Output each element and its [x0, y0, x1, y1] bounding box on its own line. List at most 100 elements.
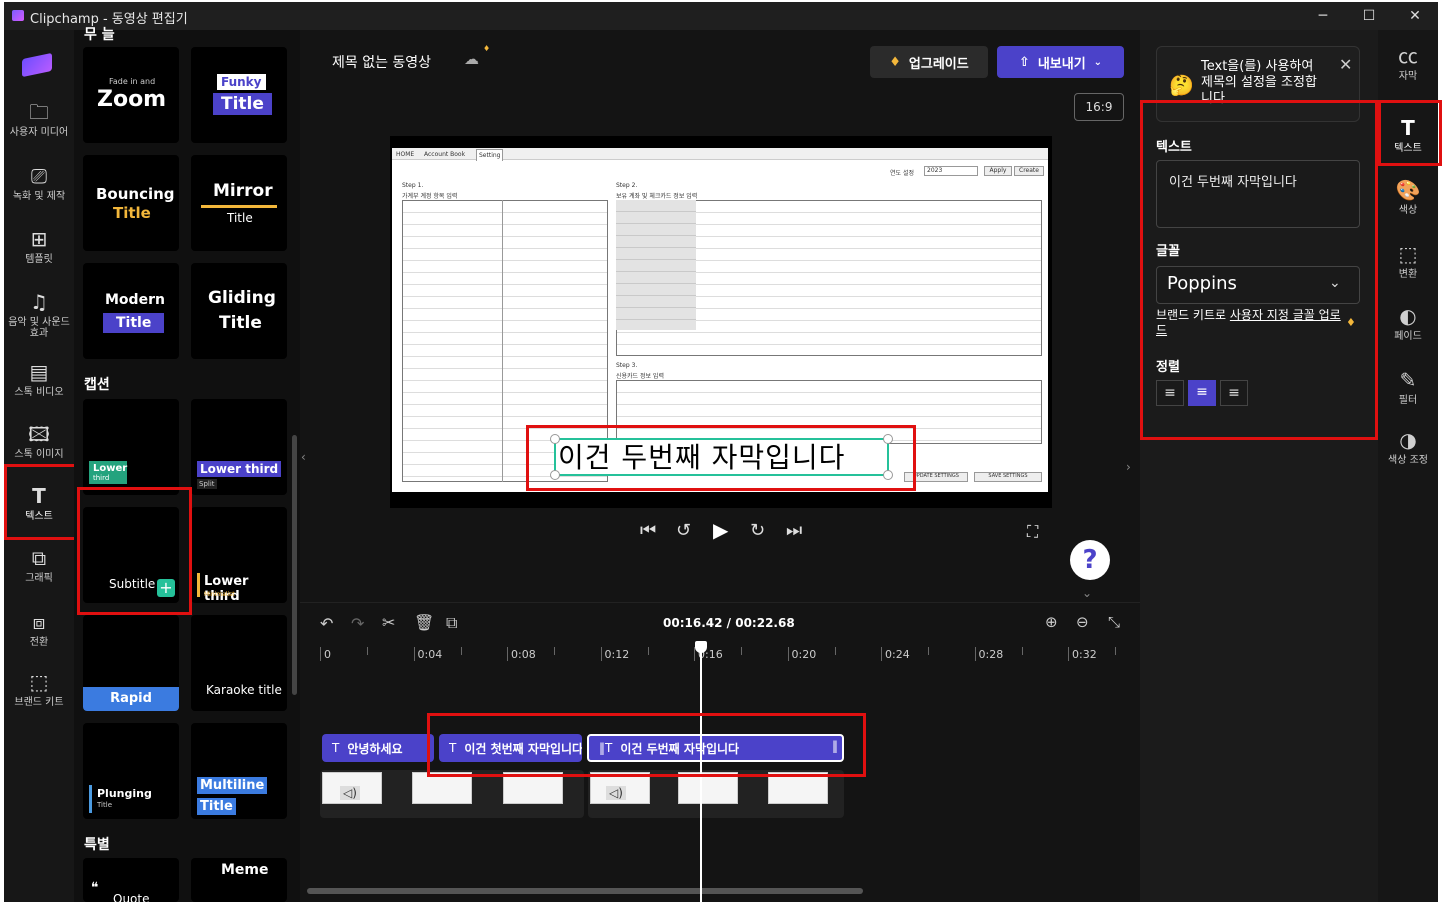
- leftnav-item-text[interactable]: T 텍스트: [4, 484, 74, 522]
- tile-quote[interactable]: ❝ Quote: [83, 858, 179, 902]
- caption-text-box[interactable]: 이건 두번째 자막입니다: [550, 434, 893, 480]
- rewind-5-icon[interactable]: ↺: [676, 520, 691, 541]
- ruler-label: 0: [324, 648, 331, 661]
- tile-multiline-title[interactable]: Multiline Title: [191, 723, 287, 819]
- fit-timeline-icon[interactable]: ⤡: [1108, 613, 1120, 631]
- tile-lower-third[interactable]: Lower third: [83, 399, 179, 495]
- leftnav-item-transition[interactable]: ⧈ 전환: [4, 610, 74, 648]
- upgrade-button[interactable]: ♦ 업그레이드: [870, 46, 988, 78]
- tile-plunging-title[interactable]: Plunging Title: [83, 723, 179, 819]
- zoom-in-icon[interactable]: ⊕: [1045, 613, 1058, 631]
- rightnav-item-filter[interactable]: ✎ 필터: [1378, 368, 1438, 407]
- text-icon: T: [1401, 116, 1415, 140]
- resize-handle[interactable]: [550, 470, 560, 480]
- skip-start-icon[interactable]: ⏮: [640, 520, 656, 541]
- trim-handle-left-icon[interactable]: ‖T: [599, 741, 612, 755]
- tip-text: Text을(를) 사용하여 제목의 설정을 조정합니다.: [1201, 59, 1317, 106]
- rightnav-item-color-adjust[interactable]: ◑ 색상 조정: [1378, 428, 1438, 467]
- split-icon[interactable]: ✂: [382, 613, 395, 632]
- aspect-ratio-button[interactable]: 16:9: [1074, 93, 1124, 121]
- tile-karaoke-title[interactable]: Karaoke title: [191, 615, 287, 711]
- collapse-right-icon[interactable]: ›: [1126, 460, 1131, 474]
- ruler-minor-tick: [554, 647, 555, 655]
- premium-diamond-icon: ♦: [483, 44, 491, 53]
- align-left-button[interactable]: ≡: [1156, 380, 1184, 406]
- close-tip-icon[interactable]: ✕: [1339, 55, 1352, 74]
- skip-end-icon[interactable]: ⏭: [786, 520, 802, 541]
- doc-save-btn: SAVE SETTINGS: [974, 472, 1042, 482]
- add-to-timeline-icon[interactable]: +: [157, 579, 175, 597]
- rightnav-item-text[interactable]: T 텍스트: [1378, 116, 1438, 155]
- tile-modern-title[interactable]: Modern Title: [83, 263, 179, 359]
- tile-rapid[interactable]: Rapid: [83, 615, 179, 711]
- upload-icon: ⇧: [1018, 54, 1030, 70]
- collapse-timeline-icon[interactable]: ⌄: [1082, 586, 1092, 600]
- rightnav-item-palette[interactable]: 🎨 색상: [1378, 178, 1438, 217]
- delete-icon[interactable]: 🗑: [414, 613, 434, 632]
- resize-handle[interactable]: [883, 470, 893, 480]
- timeline-scrollbar[interactable]: [307, 888, 863, 894]
- text-clip-2[interactable]: T 이건 첫번째 자막입니다: [439, 734, 582, 762]
- close-button[interactable]: ✕: [1392, 2, 1438, 30]
- leftnav-item-video-record[interactable]: ⎚ 녹화 및 제작: [4, 164, 74, 202]
- leftnav-item-stock-image[interactable]: 🖾 스톡 이미지: [4, 422, 74, 460]
- tile-label-1: Quote: [113, 892, 150, 902]
- zoom-out-icon[interactable]: ⊖: [1076, 613, 1089, 631]
- align-header: 정렬: [1156, 360, 1180, 375]
- tile-lower-third-split[interactable]: Lower third Split: [191, 399, 287, 495]
- tile-mirror-title[interactable]: Mirror Title: [191, 155, 287, 251]
- doc-step2: Step 2.: [616, 182, 638, 189]
- redo-icon[interactable]: ↷: [351, 614, 364, 633]
- tile-gliding-title[interactable]: Gliding Title: [191, 263, 287, 359]
- playhead[interactable]: [700, 643, 702, 902]
- chevron-down-icon: ⌄: [1093, 56, 1103, 68]
- leftnav-item-music[interactable]: ♫ 음악 및 사운드 효과: [4, 290, 74, 339]
- collapse-left-icon[interactable]: ‹: [301, 450, 306, 464]
- leftnav-item-template[interactable]: ⊞ 템플릿: [4, 227, 74, 265]
- leftnav-item-stock-video[interactable]: ▤ 스톡 비디오: [4, 360, 74, 398]
- leftnav-item-brand-kit[interactable]: ⬚ 브랜드 키트: [4, 670, 74, 708]
- rightnav-item-fade[interactable]: ◐ 페이드: [1378, 304, 1438, 343]
- tile-subtitle[interactable]: Subtitle +: [83, 507, 179, 603]
- font-select[interactable]: Poppins ⌄: [1156, 266, 1360, 304]
- tile-bouncing-title[interactable]: Bouncing Title: [83, 155, 179, 251]
- clip-label: 안녕하세요: [347, 741, 403, 756]
- music-icon: ♫: [30, 290, 48, 314]
- tile-lower-third-minimalist[interactable]: Lower third Minimalist: [191, 507, 287, 603]
- tile-zoom[interactable]: Fade in and Zoom: [83, 47, 179, 143]
- library-scrollbar[interactable]: [292, 435, 297, 695]
- ruler-label: 0:24: [885, 648, 910, 661]
- align-center-button[interactable]: ≡: [1188, 380, 1216, 406]
- maximize-button[interactable]: ☐: [1346, 2, 1392, 30]
- forward-5-icon[interactable]: ↻: [750, 520, 765, 541]
- fullscreen-icon[interactable]: ⛶: [1027, 522, 1038, 542]
- leftnav-item-graphics[interactable]: ⧉ 그래픽: [4, 546, 74, 584]
- tile-label-2: Minimalist: [204, 591, 235, 598]
- play-icon[interactable]: ▶: [713, 518, 728, 542]
- align-right-button[interactable]: ≡: [1220, 380, 1248, 406]
- text-content-input[interactable]: 이건 두번째 자막입니다: [1156, 160, 1360, 228]
- project-title[interactable]: 제목 없는 동영상: [332, 52, 431, 72]
- minimize-button[interactable]: ─: [1300, 2, 1346, 30]
- leftnav-item-folder[interactable]: 🗀 사용자 미디어: [4, 100, 74, 138]
- tile-meme[interactable]: Meme: [191, 858, 287, 902]
- export-button[interactable]: ⇧ 내보내기 ⌄: [997, 46, 1124, 78]
- tile-label-2: Split: [197, 479, 217, 489]
- resize-handle[interactable]: [550, 434, 560, 444]
- undo-icon[interactable]: ↶: [320, 614, 333, 633]
- trim-handle-right-icon[interactable]: ‖: [832, 739, 838, 753]
- preview-canvas[interactable]: HOME Account Book Setting 연도 설정 2023 App…: [390, 136, 1052, 508]
- audio-icon: ◁): [606, 786, 626, 800]
- resize-handle[interactable]: [883, 434, 893, 444]
- duplicate-icon[interactable]: ⧉: [446, 613, 457, 633]
- rightnav-label: 필터: [1398, 395, 1418, 406]
- doc-year-value: 2023: [924, 166, 978, 176]
- rightnav-item-cc[interactable]: ㏄ 자막: [1378, 44, 1438, 83]
- rightnav-item-transform[interactable]: ⬚ 변환: [1378, 242, 1438, 281]
- text-clip-3-selected[interactable]: ‖T 이건 두번째 자막입니다 ‖: [587, 734, 844, 762]
- playhead-handle[interactable]: [695, 641, 707, 653]
- text-clip-1[interactable]: T 안녕하세요: [322, 734, 434, 762]
- tile-funky-title[interactable]: Funky Title: [191, 47, 287, 143]
- help-button[interactable]: ?: [1070, 540, 1110, 580]
- palette-icon: 🎨: [1395, 178, 1421, 202]
